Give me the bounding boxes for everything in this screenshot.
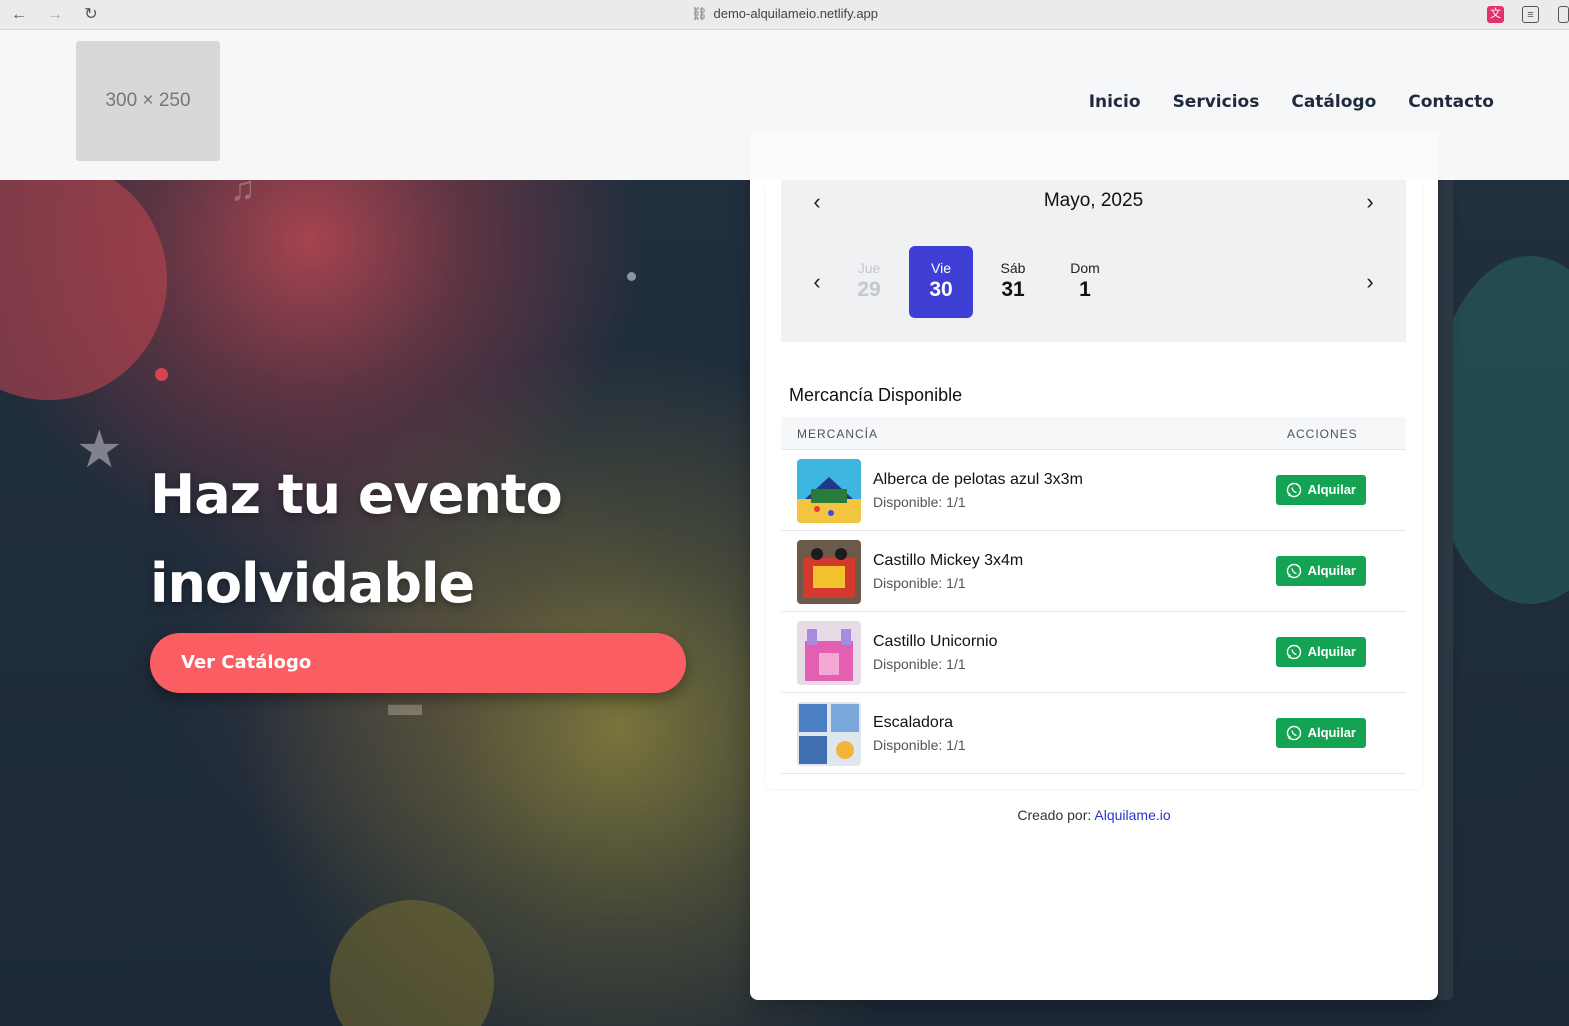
translate-extension-icon[interactable]: 文 [1487, 6, 1504, 23]
table-row: Escaladora Disponible: 1/1 Alquilar [781, 693, 1406, 774]
whatsapp-icon [1286, 644, 1302, 660]
rent-button[interactable]: Alquilar [1276, 718, 1366, 748]
product-name: Castillo Mickey 3x4m [873, 552, 1024, 569]
site-header: 300 × 250 Inicio Servicios Catálogo Cont… [0, 30, 1569, 180]
brand-link[interactable]: Alquilame.io [1094, 807, 1170, 823]
column-header-actions: ACCIONES [1287, 427, 1358, 441]
rent-button-label: Alquilar [1307, 563, 1356, 578]
whatsapp-icon [1286, 563, 1302, 579]
calendar: ‹ Mayo, 2025 › ‹ Jue 29 Vie 30 Sáb 31 Do… [781, 180, 1406, 342]
prev-days-icon[interactable]: ‹ [805, 270, 829, 294]
product-availability: Disponible: 1/1 [873, 656, 966, 672]
day-sab-31[interactable]: Sáb 31 [981, 246, 1045, 318]
hero-title-line-1: Haz tu evento [150, 463, 563, 526]
decorative-dot [155, 368, 168, 381]
main-nav: Inicio Servicios Catálogo Contacto [1089, 92, 1494, 112]
settings-extension-icon[interactable]: ≡ [1522, 6, 1539, 23]
section-title: Mercancía Disponible [789, 385, 963, 405]
logo-placeholder[interactable]: 300 × 250 [76, 41, 220, 161]
day-jue-29[interactable]: Jue 29 [837, 246, 901, 318]
table-row: Castillo Unicornio Disponible: 1/1 Alqui… [781, 612, 1406, 693]
day-number: 1 [1079, 278, 1091, 301]
product-thumbnail[interactable] [797, 621, 861, 685]
rent-button-label: Alquilar [1307, 644, 1356, 659]
product-name: Escaladora [873, 714, 954, 731]
star-icon: ★ [76, 421, 123, 479]
rent-button[interactable]: Alquilar [1276, 637, 1366, 667]
day-number: 29 [857, 278, 881, 301]
product-availability: Disponible: 1/1 [873, 737, 966, 753]
column-header-item: MERCANCÍA [797, 427, 879, 441]
credit-label: Creado por: [1017, 807, 1092, 823]
sidebar-icon[interactable] [1558, 6, 1569, 23]
product-availability: Disponible: 1/1 [873, 575, 966, 591]
product-thumbnail[interactable] [797, 702, 861, 766]
product-thumbnail[interactable] [797, 540, 861, 604]
day-name: Jue [857, 260, 881, 276]
view-catalog-button[interactable]: Ver Catálogo [150, 633, 686, 693]
day-dom-1[interactable]: Dom 1 [1053, 246, 1117, 318]
next-month-icon[interactable]: › [1358, 190, 1382, 214]
calendar-month: Mayo, 2025 [1043, 190, 1144, 211]
table-row: Alberca de pelotas azul 3x3m Disponible:… [781, 450, 1406, 531]
nav-servicios[interactable]: Servicios [1173, 92, 1260, 112]
decorative-dot [627, 272, 636, 281]
footer-credit: Creado por: Alquilame.io [750, 807, 1438, 823]
availability-widget: ‹ Mayo, 2025 › ‹ Jue 29 Vie 30 Sáb 31 Do… [750, 132, 1438, 1000]
day-number: 31 [1001, 278, 1025, 301]
decorative-circle [330, 900, 494, 1026]
product-thumbnail[interactable] [797, 459, 861, 523]
day-name: Vie [931, 260, 951, 276]
link-icon: ⛓ [690, 6, 708, 21]
rent-button-label: Alquilar [1307, 725, 1356, 740]
day-name: Sáb [1000, 260, 1026, 276]
url-text: demo-alquilameio.netlify.app [713, 6, 879, 21]
rent-button[interactable]: Alquilar [1276, 556, 1366, 586]
table-row: Castillo Mickey 3x4m Disponible: 1/1 Alq… [781, 531, 1406, 612]
nav-catalogo[interactable]: Catálogo [1291, 92, 1376, 112]
address-bar[interactable]: ⛓ demo-alquilameio.netlify.app [0, 6, 1569, 22]
product-name: Castillo Unicornio [873, 633, 998, 650]
panel-edge [1438, 180, 1453, 1000]
product-name: Alberca de pelotas azul 3x3m [873, 471, 1083, 488]
day-vie-30[interactable]: Vie 30 [909, 246, 973, 318]
availability-card: ‹ Mayo, 2025 › ‹ Jue 29 Vie 30 Sáb 31 Do… [766, 180, 1422, 789]
next-days-icon[interactable]: › [1358, 270, 1382, 294]
rent-button[interactable]: Alquilar [1276, 475, 1366, 505]
whatsapp-icon [1286, 482, 1302, 498]
hero-title: Haz tu evento inolvidable [150, 450, 710, 628]
day-name: Dom [1070, 260, 1100, 276]
decorative-circle [0, 160, 167, 400]
day-number: 30 [929, 278, 953, 301]
table-header: MERCANCÍA ACCIONES [781, 417, 1406, 450]
nav-contacto[interactable]: Contacto [1408, 92, 1494, 112]
nav-inicio[interactable]: Inicio [1089, 92, 1141, 112]
product-availability: Disponible: 1/1 [873, 494, 966, 510]
rent-button-label: Alquilar [1307, 482, 1356, 497]
browser-toolbar: ← → ↻ ⛓ demo-alquilameio.netlify.app 文 ≡ [0, 0, 1569, 30]
hero-title-line-2: inolvidable [150, 552, 475, 615]
whatsapp-icon [1286, 725, 1302, 741]
